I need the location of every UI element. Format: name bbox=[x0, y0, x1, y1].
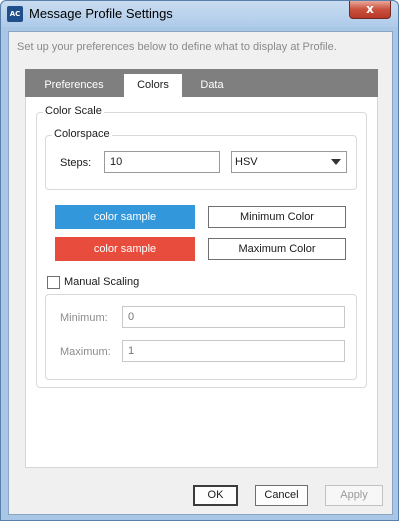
maximum-input[interactable] bbox=[122, 340, 345, 362]
close-icon: x bbox=[366, 2, 374, 16]
colorspace-select-value: HSV bbox=[235, 156, 258, 168]
chevron-down-icon bbox=[331, 159, 341, 165]
cancel-button[interactable]: Cancel bbox=[255, 485, 308, 506]
window-title: Message Profile Settings bbox=[29, 6, 173, 21]
minimum-label: Minimum: bbox=[60, 312, 108, 324]
maximum-color-sample: color sample bbox=[55, 237, 195, 261]
steps-label: Steps: bbox=[60, 157, 92, 169]
color-scale-legend: Color Scale bbox=[43, 105, 104, 117]
manual-scaling-checkbox[interactable] bbox=[47, 276, 60, 289]
tab-colors[interactable]: Colors bbox=[124, 74, 182, 97]
close-button[interactable]: x bbox=[349, 1, 391, 19]
tab-preferences[interactable]: Preferences bbox=[31, 74, 117, 97]
minimum-input[interactable] bbox=[122, 306, 345, 328]
dialog-body: Set up your preferences below to define … bbox=[8, 31, 393, 515]
dialog-window: AC Message Profile Settings x Set up you… bbox=[0, 0, 399, 521]
intro-text: Set up your preferences below to define … bbox=[17, 41, 337, 53]
title-bar: AC Message Profile Settings x bbox=[1, 1, 398, 27]
apply-button[interactable]: Apply bbox=[325, 485, 383, 506]
app-logo-icon: AC bbox=[7, 6, 23, 22]
colors-tab-panel: Color Scale Colorspace Steps: HSV color … bbox=[25, 97, 378, 468]
steps-input[interactable] bbox=[104, 151, 220, 173]
ok-button[interactable]: OK bbox=[193, 485, 238, 506]
tab-data[interactable]: Data bbox=[191, 74, 233, 97]
colorspace-legend: Colorspace bbox=[52, 128, 112, 140]
manual-scaling-label: Manual Scaling bbox=[64, 276, 140, 288]
maximum-color-button[interactable]: Maximum Color bbox=[208, 238, 346, 260]
colorspace-select[interactable]: HSV bbox=[231, 151, 347, 173]
tab-strip: Preferences Colors Data bbox=[25, 69, 378, 97]
maximum-label: Maximum: bbox=[60, 346, 111, 358]
minimum-color-sample: color sample bbox=[55, 205, 195, 229]
minimum-color-button[interactable]: Minimum Color bbox=[208, 206, 346, 228]
